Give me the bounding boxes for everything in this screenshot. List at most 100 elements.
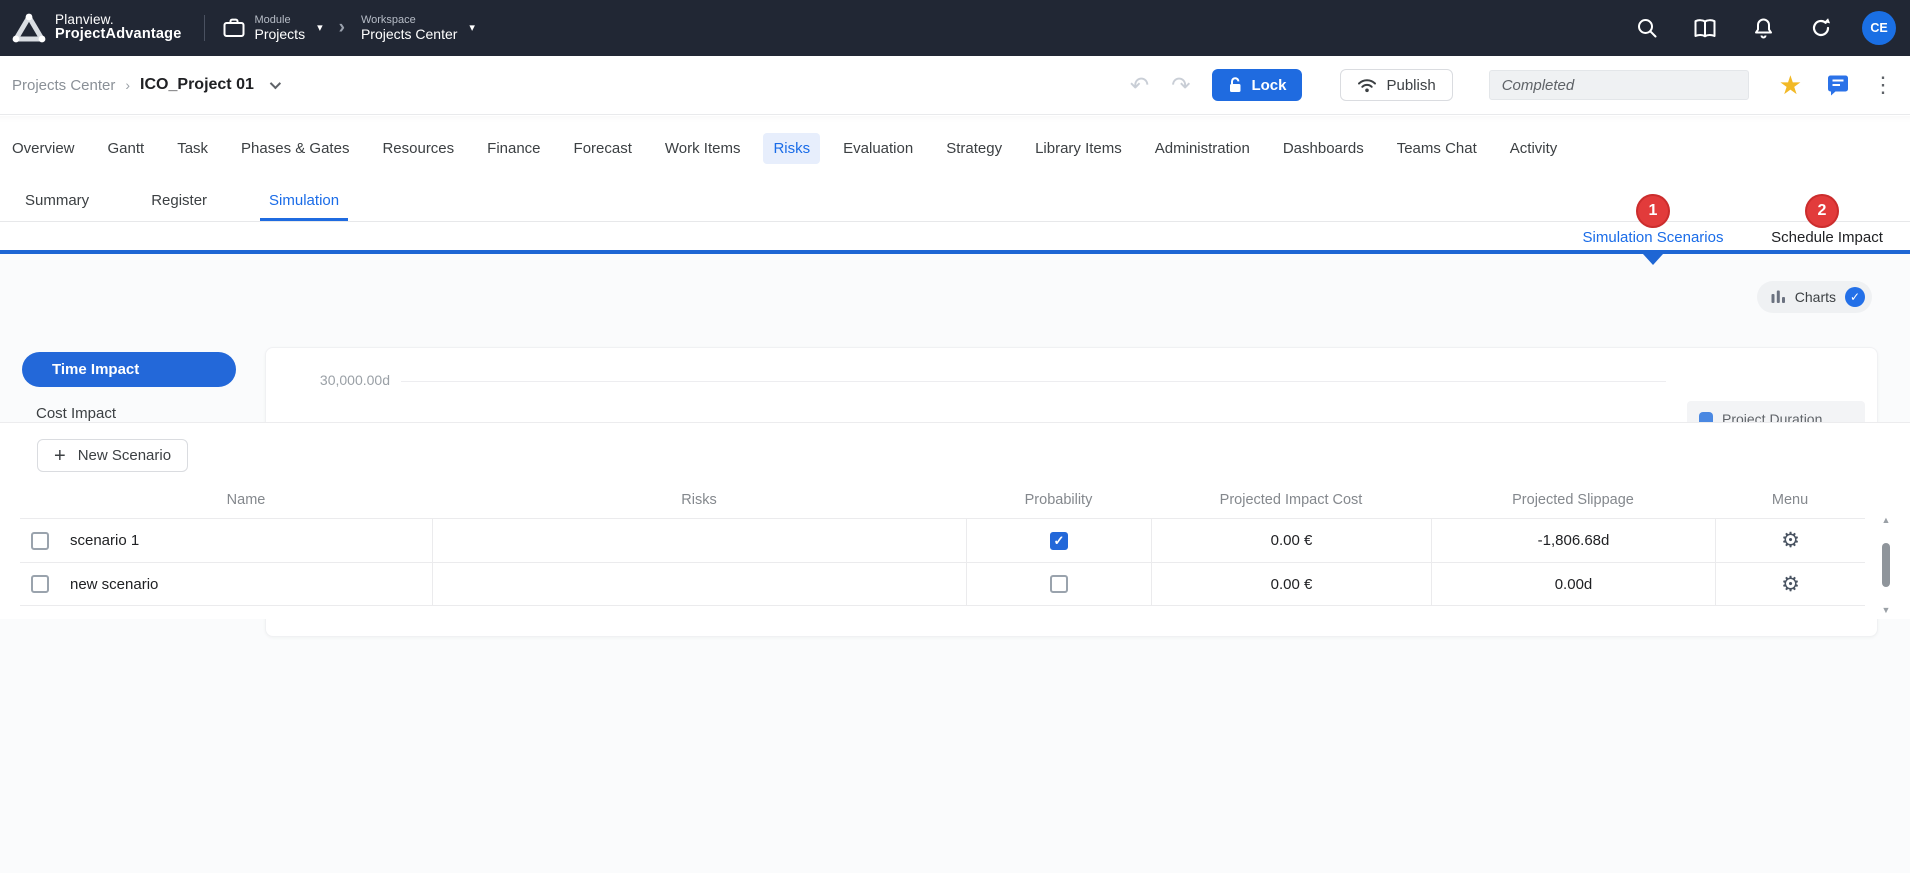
impact-nav-time-impact[interactable]: Time Impact <box>22 352 236 387</box>
tab-schedule-impact[interactable]: Schedule Impact <box>1748 229 1906 246</box>
tab-administration[interactable]: Administration <box>1145 133 1260 164</box>
menu-cell: ⚙ <box>1715 562 1865 606</box>
risks-subtab-bar: Summary Register Simulation <box>0 180 1910 222</box>
table-scrollbar[interactable]: ▲ ▼ <box>1878 515 1894 615</box>
briefcase-icon <box>223 18 245 38</box>
row-select-cell <box>20 562 60 606</box>
scenario-name-cell[interactable]: scenario 1 <box>60 518 432 562</box>
caret-down-icon: ▾ <box>317 21 323 34</box>
subtab-register[interactable]: Register <box>142 180 216 221</box>
step-2-badge: 2 <box>1805 194 1839 228</box>
kebab-menu-icon[interactable]: ⋮ <box>1872 72 1894 98</box>
column-header: Risks <box>432 492 966 518</box>
nav-divider <box>204 15 205 41</box>
column-header <box>20 492 60 518</box>
charts-toggle-label: Charts <box>1795 289 1836 305</box>
risks-cell[interactable] <box>432 562 966 606</box>
tab-resources[interactable]: Resources <box>372 133 464 164</box>
planview-logo-icon <box>12 12 46 44</box>
probability-cell: ✓ <box>966 518 1151 562</box>
active-tab-pointer-icon <box>1643 254 1663 265</box>
workspace-switcher[interactable]: Workspace Projects Center ▾ <box>361 14 475 43</box>
lock-button[interactable]: Lock <box>1212 69 1302 101</box>
scenario-name-cell[interactable]: new scenario <box>60 562 432 606</box>
scroll-down-icon[interactable]: ▼ <box>1882 605 1891 615</box>
search-icon[interactable] <box>1630 11 1664 45</box>
tab-work-items[interactable]: Work Items <box>655 133 751 164</box>
tab-dashboards[interactable]: Dashboards <box>1273 133 1374 164</box>
module-switcher[interactable]: Module Projects ▾ <box>223 14 323 43</box>
step-1-badge: 1 <box>1636 194 1670 228</box>
impact-cost-cell: 0.00 € <box>1151 518 1431 562</box>
impact-nav-cost-impact[interactable]: Cost Impact <box>36 405 116 422</box>
charts-toggle[interactable]: Charts ✓ <box>1757 281 1872 313</box>
unlock-icon <box>1228 77 1243 93</box>
tab-activity[interactable]: Activity <box>1500 133 1568 164</box>
tab-evaluation[interactable]: Evaluation <box>833 133 923 164</box>
notifications-bell-icon[interactable] <box>1746 11 1780 45</box>
tab-forecast[interactable]: Forecast <box>564 133 642 164</box>
probability-checkbox[interactable] <box>1050 575 1068 593</box>
row-select-cell <box>20 518 60 562</box>
chart-gridline <box>401 381 1666 382</box>
probability-cell <box>966 562 1151 606</box>
impact-cost-cell: 0.00 € <box>1151 562 1431 606</box>
row-checkbox[interactable] <box>31 575 49 593</box>
chevron-down-icon[interactable] <box>270 78 281 89</box>
module-value: Projects <box>255 26 306 42</box>
row-checkbox[interactable] <box>31 532 49 550</box>
tab-overview[interactable]: Overview <box>2 133 85 164</box>
probability-checkbox[interactable]: ✓ <box>1050 532 1068 550</box>
scroll-up-icon[interactable]: ▲ <box>1882 515 1891 525</box>
tab-library-items[interactable]: Library Items <box>1025 133 1132 164</box>
tab-task[interactable]: Task <box>167 133 218 164</box>
column-header: Projected Impact Cost <box>1151 492 1431 518</box>
chevron-right-icon: › <box>339 17 345 39</box>
top-navbar: Planview. ProjectAdvantage Module Projec… <box>0 0 1910 56</box>
risks-cell[interactable] <box>432 518 966 562</box>
bar-chart-icon <box>1771 290 1786 304</box>
scrollbar-thumb[interactable] <box>1882 543 1890 587</box>
gear-icon[interactable]: ⚙ <box>1781 530 1800 551</box>
chevron-right-icon: › <box>125 77 130 93</box>
workspace-label: Workspace <box>361 14 457 27</box>
main-tab-bar: Overview Gantt Task Phases & Gates Resources… <box>0 116 1910 180</box>
subtab-summary[interactable]: Summary <box>16 180 98 221</box>
tab-finance[interactable]: Finance <box>477 133 550 164</box>
tab-simulation-scenarios[interactable]: Simulation Scenarios <box>1558 229 1748 246</box>
project-toolbar: Projects Center › ICO_Project 01 ↶ ↷ Loc… <box>0 56 1910 115</box>
tab-strategy[interactable]: Strategy <box>936 133 1012 164</box>
menu-cell: ⚙ <box>1715 518 1865 562</box>
tab-teams-chat[interactable]: Teams Chat <box>1387 133 1487 164</box>
gear-icon[interactable]: ⚙ <box>1781 574 1800 595</box>
library-book-icon[interactable] <box>1688 11 1722 45</box>
brand-line2: ProjectAdvantage <box>55 27 182 42</box>
undo-button[interactable]: ↶ <box>1130 74 1149 97</box>
module-label: Module <box>255 14 306 27</box>
column-header: Projected Slippage <box>1431 492 1715 518</box>
page-title: ICO_Project 01 <box>140 76 254 94</box>
status-field[interactable] <box>1489 70 1749 100</box>
subtab-simulation[interactable]: Simulation <box>260 180 348 221</box>
brand-line1: Planview. <box>55 13 182 27</box>
slippage-cell: -1,806.68d <box>1431 518 1715 562</box>
workspace-value: Projects Center <box>361 26 457 42</box>
publish-button[interactable]: Publish <box>1340 69 1452 101</box>
breadcrumb-parent[interactable]: Projects Center <box>12 77 115 94</box>
scenario-table: NameRisksProbabilityProjected Impact Cos… <box>20 492 1865 606</box>
column-header: Name <box>60 492 432 518</box>
comments-icon[interactable] <box>1826 74 1850 96</box>
caret-down-icon: ▾ <box>469 21 475 34</box>
user-avatar[interactable]: CE <box>1862 11 1896 45</box>
tab-risks[interactable]: Risks <box>763 133 820 164</box>
column-header: Probability <box>966 492 1151 518</box>
checked-icon: ✓ <box>1845 287 1865 307</box>
refresh-icon[interactable] <box>1804 11 1838 45</box>
redo-button[interactable]: ↷ <box>1171 74 1190 97</box>
brand[interactable]: Planview. ProjectAdvantage <box>0 12 182 44</box>
tab-gantt[interactable]: Gantt <box>98 133 155 164</box>
new-scenario-button[interactable]: + New Scenario <box>37 439 188 472</box>
tab-phases-gates[interactable]: Phases & Gates <box>231 133 359 164</box>
favorite-star-icon[interactable]: ★ <box>1779 72 1802 98</box>
y-axis-tick-label: 30,000.00d <box>270 372 390 388</box>
